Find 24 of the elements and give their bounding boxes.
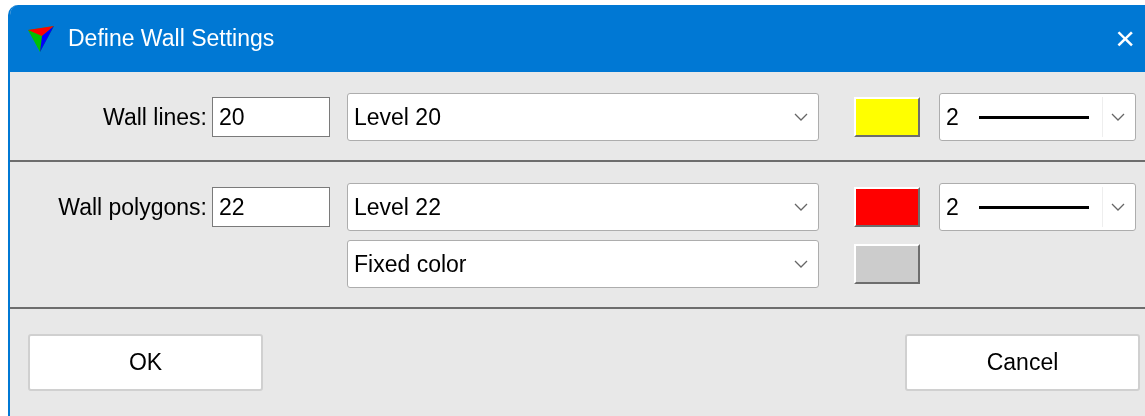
level-dropdown[interactable]: Level 20 [347, 93, 819, 141]
line-sample-icon [978, 115, 1089, 119]
chevron-down-icon [1111, 113, 1125, 121]
close-button[interactable]: × [1115, 19, 1135, 58]
field-label: Wall lines: [102, 103, 207, 131]
line-width-dropdown[interactable]: 2 [939, 183, 1136, 231]
line-sample-icon [978, 205, 1089, 209]
fill-mode-dropdown[interactable]: Fixed color [347, 240, 819, 288]
window-title: Define Wall Settings [68, 25, 276, 52]
chevron-down-icon [1111, 203, 1125, 211]
chevron-down-icon [794, 203, 808, 211]
color-button[interactable] [854, 244, 920, 284]
color-button[interactable] [854, 97, 920, 137]
field-label: Wall polygons: [57, 193, 207, 221]
line-width-dropdown[interactable]: 2 [939, 93, 1136, 141]
color-button[interactable] [854, 187, 920, 227]
cancel-button[interactable]: Cancel [905, 334, 1140, 391]
chevron-down-icon [794, 260, 808, 268]
chevron-down-icon [794, 113, 808, 121]
app-logo-icon [26, 23, 56, 54]
number-field[interactable]: 22 [212, 187, 330, 227]
level-dropdown[interactable]: Level 22 [347, 183, 819, 231]
number-field[interactable]: 20 [212, 97, 330, 137]
ok-button[interactable]: OK [28, 334, 263, 391]
